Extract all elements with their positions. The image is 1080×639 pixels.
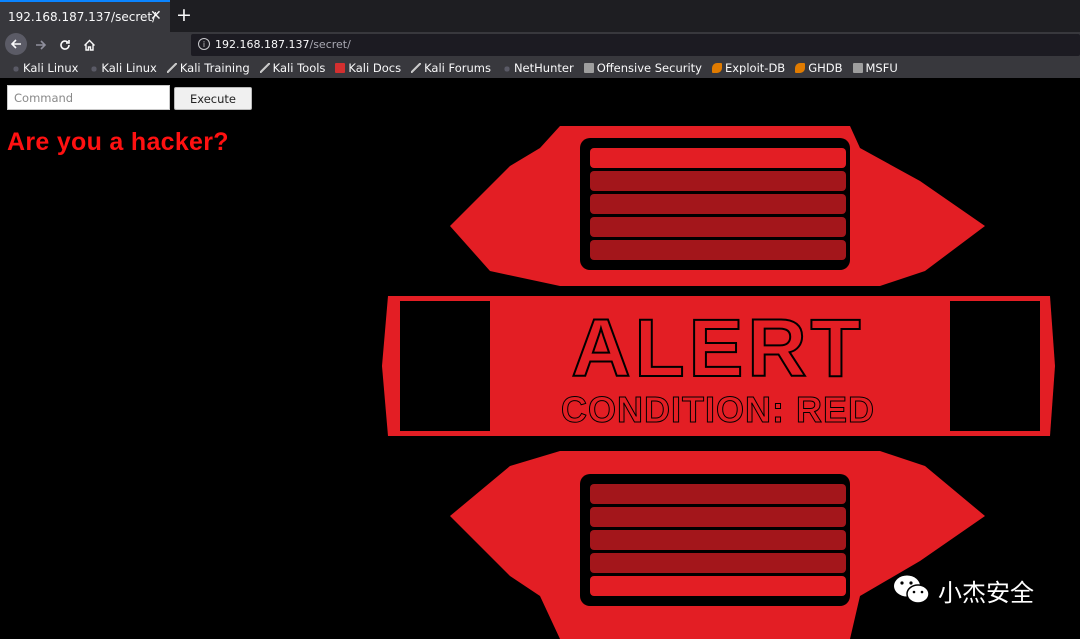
bookmark-label: MSFU: [865, 61, 898, 75]
execute-button[interactable]: Execute: [174, 87, 252, 110]
tab-close-icon[interactable]: ✕: [150, 8, 162, 24]
alert-text: ALERT: [571, 303, 864, 394]
back-arrow-icon: [10, 39, 21, 49]
watermark: 小杰安全: [892, 570, 1034, 610]
alert-condition-red-image: ALERT CONDITION: RED: [382, 126, 1055, 639]
condition-red-text: CONDITION: RED: [561, 389, 875, 430]
bookmark-label: NetHunter: [513, 61, 574, 75]
offsec-icon: [583, 63, 594, 73]
page-headline: Are you a hacker?: [7, 128, 229, 156]
offsec-icon: [852, 63, 863, 73]
back-button[interactable]: [5, 33, 27, 55]
url-path: /secret/: [309, 38, 351, 51]
bookmark-label: Kali Forums: [424, 61, 491, 75]
command-input[interactable]: [7, 85, 170, 110]
bookmark-label: Offensive Security: [596, 61, 702, 75]
bookmark-exploit-db[interactable]: Exploit-DB: [711, 61, 786, 75]
bookmark-label: Kali Linux: [101, 61, 157, 75]
exploitdb-icon: [795, 63, 806, 73]
bookmark-label: Kali Linux: [23, 61, 79, 75]
kali-icon: [10, 63, 20, 73]
exploitdb-icon: [711, 63, 722, 73]
home-button[interactable]: [77, 32, 101, 58]
wechat-icon: [894, 575, 930, 604]
tab-bar: 192.168.187.137/secret/ ✕ +: [0, 0, 1080, 32]
tab-title: 192.168.187.137/secret/: [8, 10, 157, 24]
browser-tab[interactable]: 192.168.187.137/secret/ ✕: [0, 0, 170, 32]
home-icon: [83, 39, 95, 51]
bookmark-kali-linux[interactable]: Kali Linux: [10, 61, 78, 75]
bookmark-kali-linux-2[interactable]: Kali Linux: [88, 61, 157, 75]
url-text: 192.168.187.137/secret/: [215, 38, 351, 51]
bookmark-msfu[interactable]: MSFU: [852, 61, 898, 75]
kali-icon: [88, 63, 99, 73]
navigation-bar: i 192.168.187.137/secret/: [0, 32, 1080, 58]
reload-button[interactable]: [53, 32, 77, 58]
bookmark-label: Kali Training: [179, 61, 250, 75]
watermark-text: 小杰安全: [938, 578, 1034, 607]
kali-tool-icon: [411, 63, 422, 73]
forward-button[interactable]: [29, 32, 53, 58]
url-bar[interactable]: i 192.168.187.137/secret/: [191, 34, 1080, 56]
kali-icon: [500, 63, 511, 73]
kali-tool-icon: [259, 63, 270, 73]
kali-docs-icon: [335, 63, 346, 73]
bookmark-kali-tools[interactable]: Kali Tools: [259, 61, 326, 75]
bookmark-label: Kali Tools: [272, 61, 326, 75]
kali-tool-icon: [166, 63, 177, 73]
bookmark-offensive-security[interactable]: Offensive Security: [583, 61, 702, 75]
site-info-icon[interactable]: i: [198, 38, 210, 50]
bookmark-kali-training[interactable]: Kali Training: [166, 61, 250, 75]
bookmark-nethunter[interactable]: NetHunter: [500, 61, 574, 75]
forward-arrow-icon: [36, 40, 47, 50]
page-content: Execute Are you a hacker? ALERT CONDITIO…: [0, 78, 1080, 639]
new-tab-icon[interactable]: +: [176, 4, 192, 26]
url-host: 192.168.187.137: [215, 38, 310, 51]
bookmark-label: Exploit-DB: [724, 61, 786, 75]
bookmark-label: Kali Docs: [348, 61, 402, 75]
bookmark-ghdb[interactable]: GHDB: [795, 61, 843, 75]
bookmark-kali-docs[interactable]: Kali Docs: [335, 61, 401, 75]
bookmarks-toolbar: Kali Linux Kali Linux Kali Training Kali…: [0, 58, 1080, 78]
bookmark-label: GHDB: [808, 61, 843, 75]
reload-icon: [60, 40, 70, 50]
bookmark-kali-forums[interactable]: Kali Forums: [411, 61, 491, 75]
